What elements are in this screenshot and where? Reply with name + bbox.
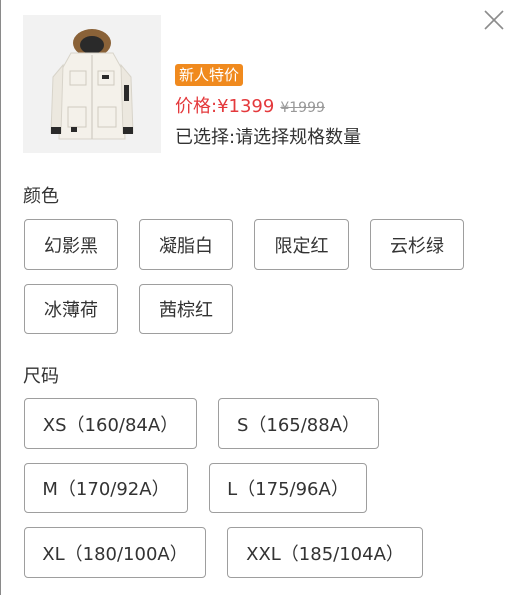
color-option-ice-mint[interactable]: 冰薄荷 <box>24 284 118 334</box>
color-option-madder-brown-red[interactable]: 茜棕红 <box>139 284 233 334</box>
size-option-xl[interactable]: XL（180/100A） <box>24 527 206 578</box>
product-image <box>23 15 161 153</box>
color-option-limited-red[interactable]: 限定红 <box>254 219 349 270</box>
size-option-m[interactable]: M（170/92A） <box>24 463 188 513</box>
price-original: ¥1999 <box>280 100 325 116</box>
color-option-cream-white[interactable]: 凝脂白 <box>139 219 233 270</box>
size-option-s[interactable]: S（165/88A） <box>218 398 379 449</box>
price-label: 价格: <box>175 96 218 117</box>
selected-value: 请选择规格数量 <box>235 127 362 148</box>
color-option-spruce-green[interactable]: 云杉绿 <box>370 219 464 270</box>
promo-badge: 新人特价 <box>175 64 244 86</box>
size-option-xs[interactable]: XS（160/84A） <box>24 398 197 449</box>
size-option-xxl[interactable]: XXL（185/104A） <box>227 527 423 578</box>
close-button[interactable] <box>482 8 506 32</box>
price-current: ¥1399 <box>217 96 275 117</box>
selection-summary: 已选择:请选择规格数量 <box>175 126 361 150</box>
price-row: 价格:¥1399 ¥1999 <box>175 95 325 120</box>
color-option-phantom-black[interactable]: 幻影黑 <box>24 219 118 270</box>
size-section-title: 尺码 <box>23 366 59 387</box>
selected-label: 已选择: <box>175 127 236 148</box>
size-option-l[interactable]: L（175/96A） <box>209 463 367 513</box>
close-icon <box>484 10 504 30</box>
color-section-title: 颜色 <box>23 186 59 207</box>
